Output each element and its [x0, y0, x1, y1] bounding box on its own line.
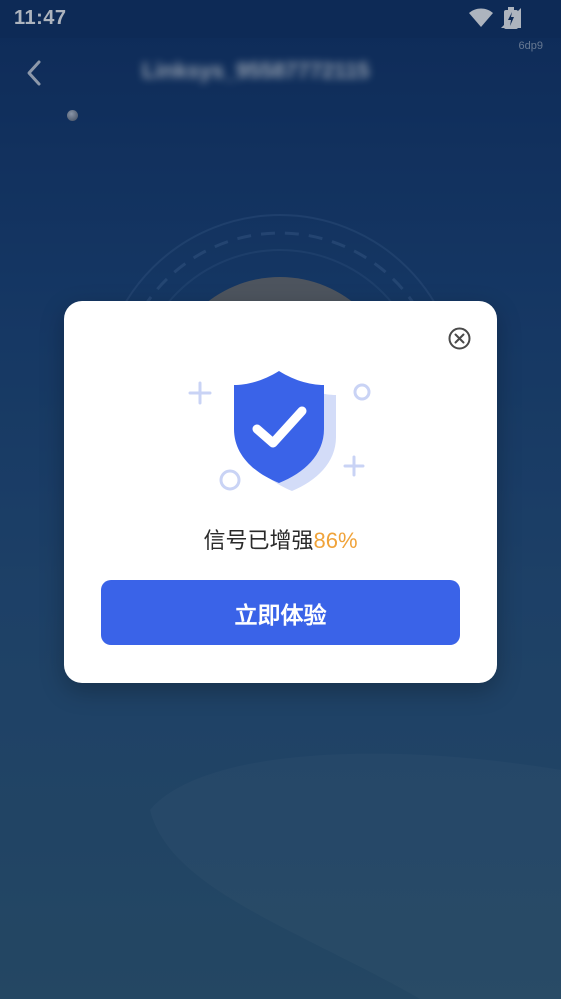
try-now-button[interactable]: 立即体验	[101, 580, 460, 645]
close-circle-icon	[448, 327, 471, 350]
signal-boost-message: 信号已增强86%	[64, 523, 497, 555]
boost-percentage: 86%	[313, 528, 358, 553]
signal-boost-dialog: 信号已增强86% 立即体验	[64, 301, 497, 683]
app-screen: 11:47 6dp9 Linksys_95587772115 信号已增强86% …	[0, 0, 561, 999]
close-button[interactable]	[448, 327, 471, 350]
shield-check-icon	[188, 371, 371, 491]
message-prefix: 信号已增强	[203, 529, 314, 554]
